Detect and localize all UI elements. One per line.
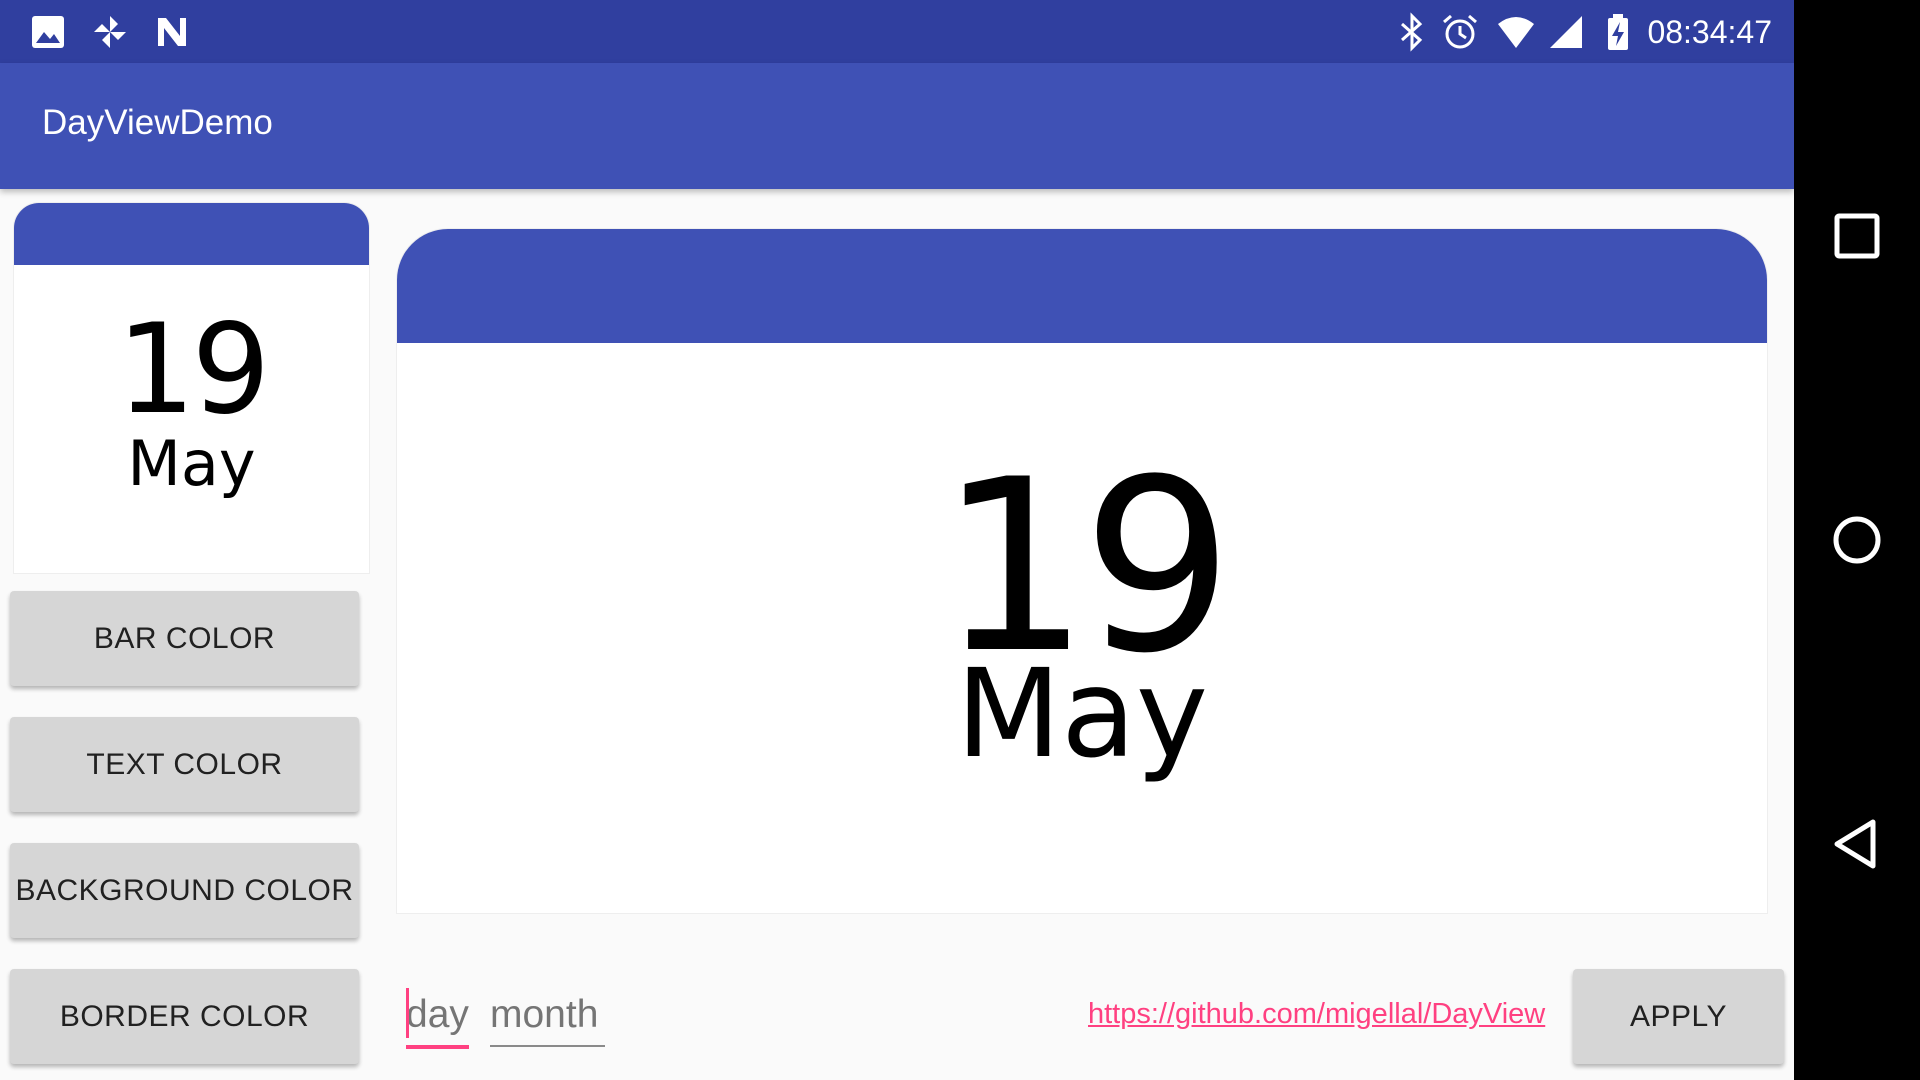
- signal-icon: [1550, 16, 1582, 48]
- small-day-view-day: 19: [116, 298, 271, 442]
- app-title: DayViewDemo: [42, 103, 273, 142]
- day-input[interactable]: [406, 985, 469, 1049]
- home-circle-icon[interactable]: [1827, 510, 1887, 570]
- pinwheel-icon: [94, 16, 126, 48]
- github-link[interactable]: https://github.com/migellal/DayView: [1088, 998, 1545, 1031]
- alarm-icon: [1443, 14, 1477, 49]
- image-icon: [32, 16, 64, 48]
- status-time: 08:34:47: [1647, 14, 1772, 50]
- large-day-view: 19 May: [396, 228, 1768, 914]
- small-day-view-bar: [14, 203, 369, 265]
- app-bar: DayViewDemo: [0, 63, 1794, 189]
- n-logo-icon: [158, 18, 186, 46]
- apply-button[interactable]: APPLY: [1573, 969, 1784, 1064]
- small-day-view-month: May: [127, 427, 256, 500]
- large-day-view-month: May: [955, 643, 1209, 785]
- small-day-view: 19 May: [13, 202, 370, 574]
- bluetooth-icon: [1401, 12, 1423, 52]
- text-color-button[interactable]: TEXT COLOR: [10, 717, 359, 812]
- bar-color-button[interactable]: BAR COLOR: [10, 591, 359, 686]
- back-triangle-icon[interactable]: [1827, 814, 1887, 874]
- border-color-button[interactable]: BORDER COLOR: [10, 969, 359, 1064]
- status-bar: 08:34:47: [0, 0, 1794, 63]
- recents-square-icon[interactable]: [1827, 206, 1887, 266]
- wifi-icon: [1498, 17, 1534, 48]
- month-input[interactable]: [490, 985, 605, 1047]
- navigation-bar: [1794, 0, 1920, 1080]
- background-color-button[interactable]: BACKGROUND COLOR: [10, 843, 359, 938]
- battery-charging-icon: [1608, 14, 1628, 50]
- large-day-view-bar: [397, 229, 1767, 343]
- app-screen: 08:34:47 DayViewDemo 19 May BAR COLOR TE…: [0, 0, 1794, 1080]
- text-cursor: [406, 988, 409, 1038]
